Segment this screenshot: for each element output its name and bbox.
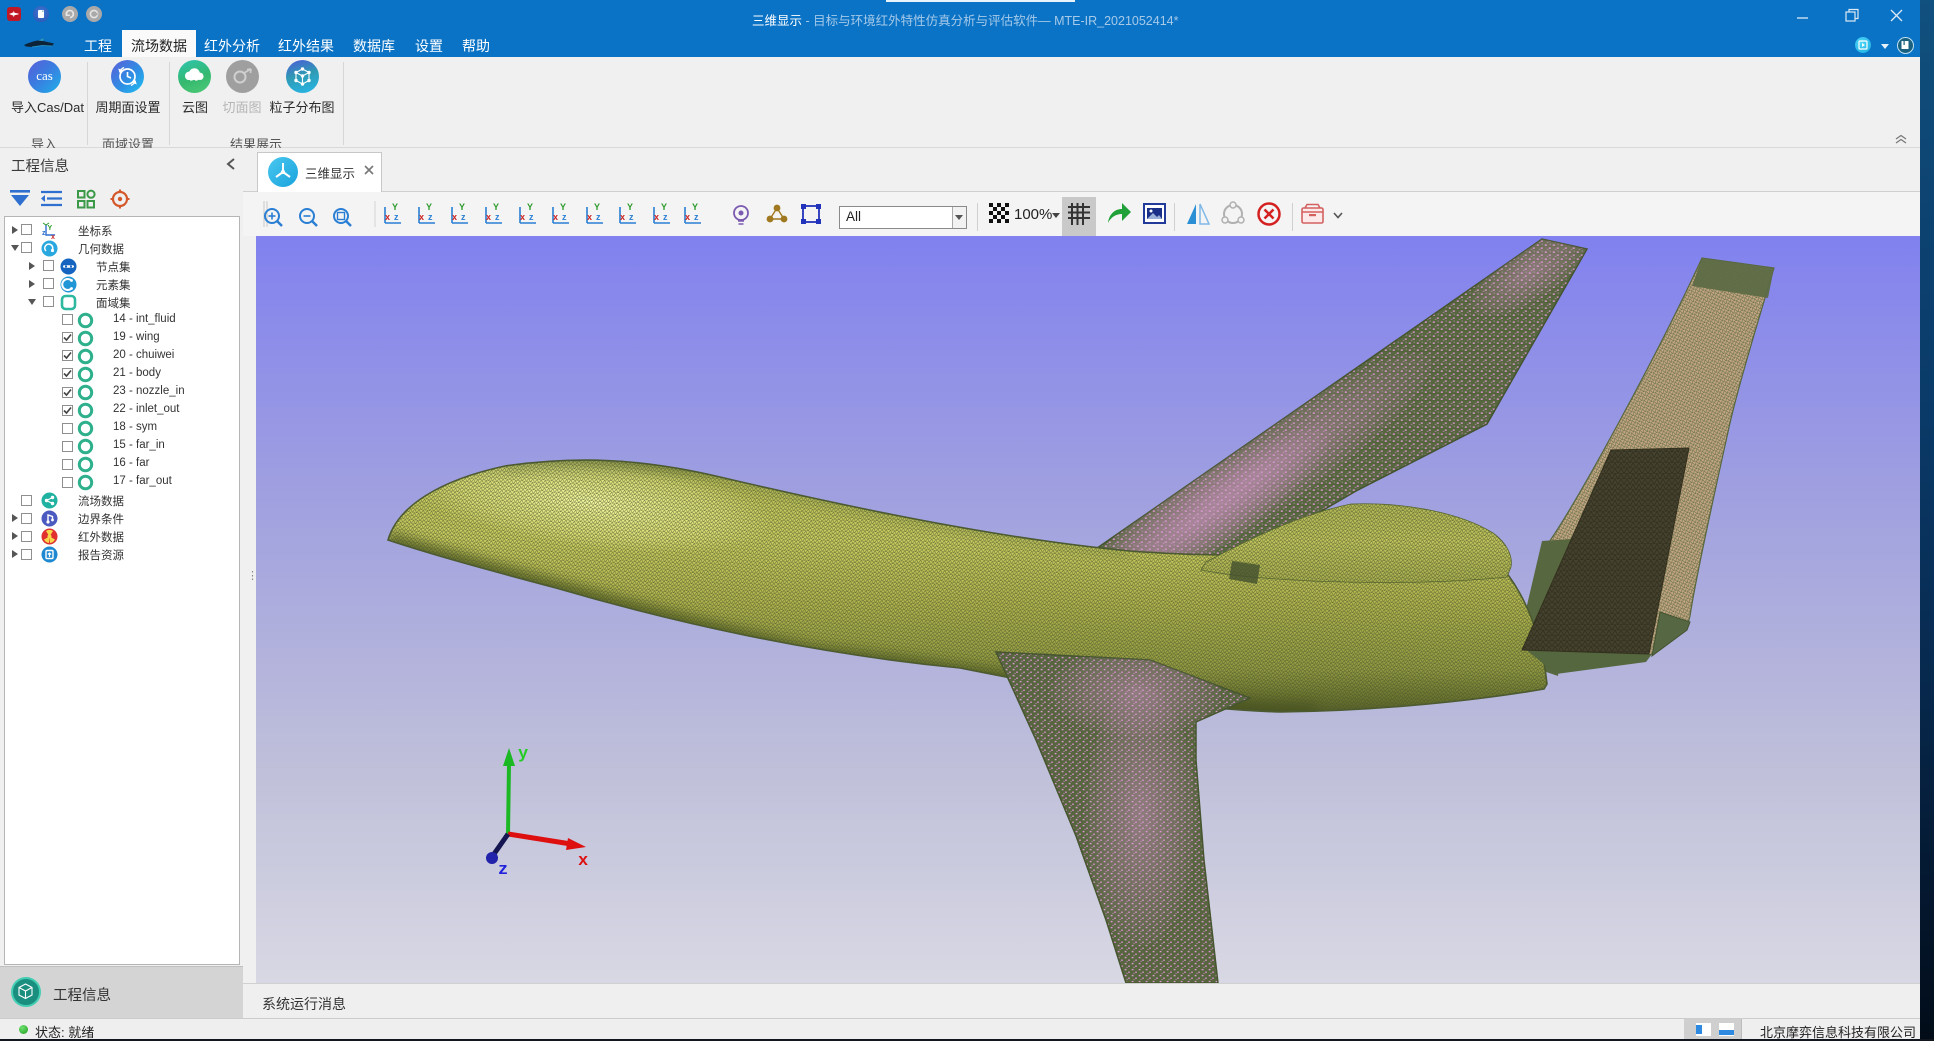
svg-text:x: x bbox=[520, 212, 525, 222]
svg-text:z: z bbox=[498, 861, 508, 880]
svg-text:z: z bbox=[562, 212, 567, 222]
svg-text:Y: Y bbox=[594, 202, 600, 212]
svg-text:Y: Y bbox=[627, 202, 633, 212]
svg-text:Y: Y bbox=[661, 202, 667, 212]
svg-text:y: y bbox=[518, 745, 528, 764]
svg-text:Y: Y bbox=[560, 202, 566, 212]
svg-text:x: x bbox=[654, 212, 659, 222]
svg-text:z: z bbox=[495, 212, 500, 222]
svg-text:x: x bbox=[620, 212, 625, 222]
svg-text:Y: Y bbox=[692, 202, 698, 212]
svg-text:x: x bbox=[452, 212, 457, 222]
svg-text:Y: Y bbox=[493, 202, 499, 212]
svg-text:z: z bbox=[629, 212, 634, 222]
svg-text:x: x bbox=[578, 852, 588, 871]
svg-text:x: x bbox=[553, 212, 558, 222]
svg-text:Y: Y bbox=[392, 202, 398, 212]
svg-text:z: z bbox=[42, 230, 46, 237]
svg-text:x: x bbox=[51, 234, 55, 239]
svg-text:z: z bbox=[461, 212, 466, 222]
svg-text:x: x bbox=[685, 212, 690, 222]
svg-text:z: z bbox=[596, 212, 601, 222]
svg-text:x: x bbox=[419, 212, 424, 222]
svg-text:z: z bbox=[694, 212, 699, 222]
svg-text:Y: Y bbox=[48, 225, 53, 232]
svg-text:z: z bbox=[428, 212, 433, 222]
svg-text:x: x bbox=[486, 212, 491, 222]
svg-text:Y: Y bbox=[527, 202, 533, 212]
svg-text:z: z bbox=[663, 212, 668, 222]
svg-text:x: x bbox=[587, 212, 592, 222]
svg-text:z: z bbox=[529, 212, 534, 222]
svg-text:x: x bbox=[385, 212, 390, 222]
svg-text:z: z bbox=[394, 212, 399, 222]
svg-text:Y: Y bbox=[459, 202, 465, 212]
svg-text:Y: Y bbox=[426, 202, 432, 212]
